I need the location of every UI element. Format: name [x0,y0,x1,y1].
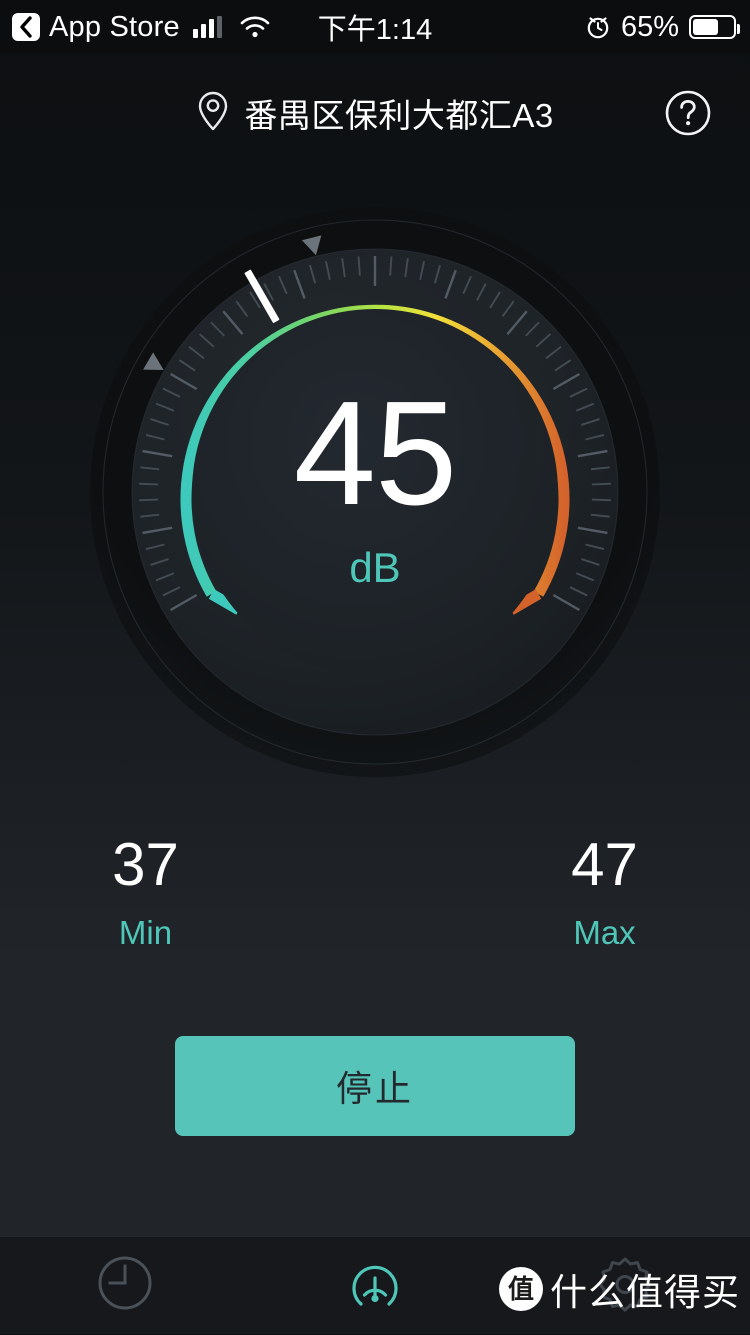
stat-max-value: 47 [571,831,638,898]
wifi-icon [240,16,270,38]
status-bar-left: App Store [0,11,270,44]
stat-min-value: 37 [112,831,179,898]
battery-icon [689,15,740,39]
app-screen: App Store 下午1:14 65% 番禺区保利大都汇A3 45 dB 37… [0,0,750,1334]
help-circle-icon[interactable] [664,89,712,137]
alarm-clock-icon [585,14,611,40]
status-bar: App Store 下午1:14 65% [0,0,750,54]
tab-settings[interactable] [500,1237,750,1335]
stat-min-label: Min [118,914,173,951]
tab-meter[interactable] [250,1237,500,1335]
bottom-tab-bar [0,1236,750,1334]
location-display[interactable]: 番禺区保利大都汇A3 [196,89,553,137]
cellular-signal-icon [192,16,222,38]
chevron-left-icon[interactable] [12,13,40,41]
location-pin-icon [196,90,230,137]
page-title: 番禺区保利大都汇A3 [244,97,554,134]
stop-button[interactable]: 停止 [175,1036,575,1136]
gear-icon [594,1252,656,1319]
battery-percent-label: 65% [620,10,679,43]
clock-icon [94,1252,156,1319]
stat-min: 37 Min [0,835,375,952]
app-header: 番禺区保利大都汇A3 [0,54,750,172]
sound-level-gauge: 45 dB [88,205,662,779]
status-bar-carrier-label[interactable]: App Store [49,11,180,44]
gauge-icon [344,1252,406,1319]
gauge-inner-face [192,309,558,675]
stat-max-label: Max [573,914,636,951]
stat-max: 47 Max [375,835,750,952]
min-max-stats: 37 Min 47 Max [0,835,750,952]
gauge-svg [90,207,660,777]
status-bar-right: 65% [585,0,740,54]
tab-history[interactable] [0,1237,250,1335]
